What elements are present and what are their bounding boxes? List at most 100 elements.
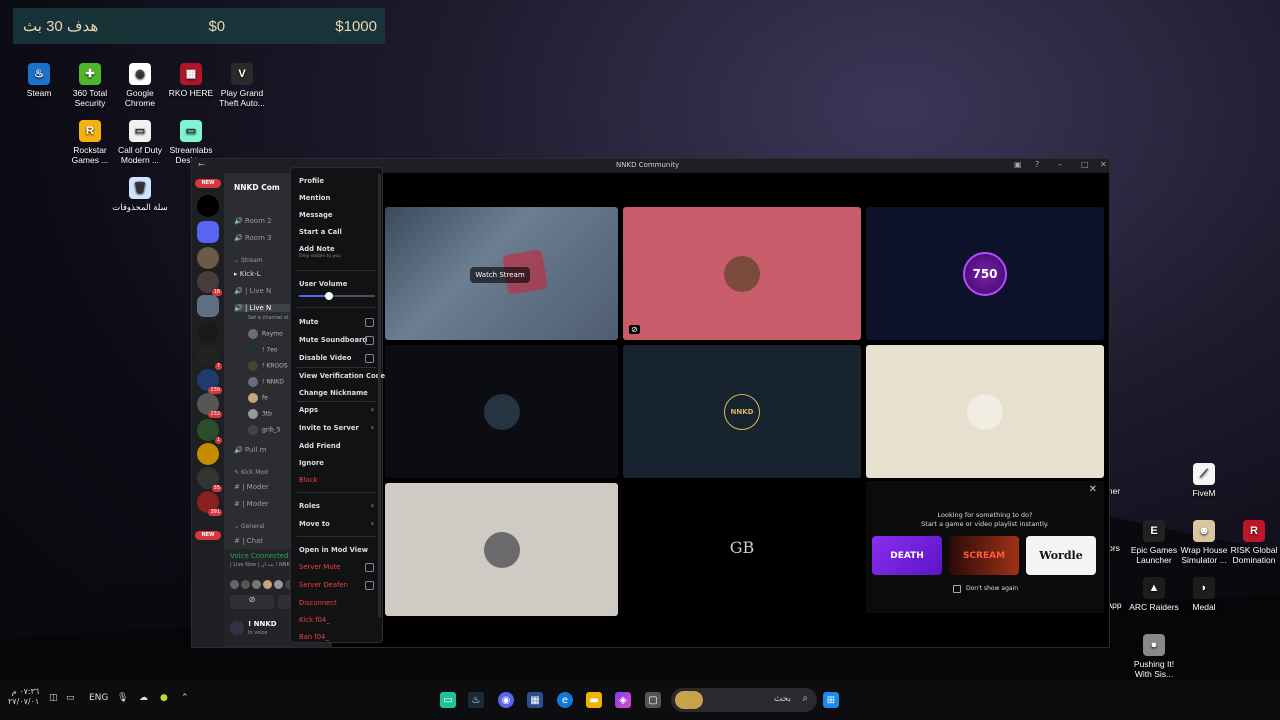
network-icon[interactable]: ▭	[66, 693, 75, 703]
menu-disconnect[interactable]: Disconnect	[299, 599, 374, 607]
mute-checkbox[interactable]	[365, 318, 374, 327]
edge-icon[interactable]: e	[557, 692, 573, 708]
menu-kick[interactable]: Kick f04_	[299, 616, 374, 624]
security-icon[interactable]: ●	[160, 693, 168, 703]
start-icon[interactable]: ⊞	[823, 692, 839, 708]
menu-start-call[interactable]: Start a Call	[299, 228, 374, 236]
menu-ignore[interactable]: Ignore	[299, 459, 374, 467]
voice-user[interactable]: ! KROOS	[248, 361, 288, 371]
server-icon[interactable]: 391	[197, 491, 222, 516]
discord-icon[interactable]: ◉	[498, 692, 514, 708]
clock[interactable]: ٠٧:٣٦ م ٢٧/٠٧/٠١	[8, 687, 39, 707]
desktop-icon[interactable]: ● Pushing It! With Sis...	[1125, 634, 1183, 679]
mute-soundboard-checkbox[interactable]	[365, 336, 374, 345]
desktop-icon[interactable]: V Play Grand Theft Auto...	[213, 63, 271, 108]
menu-open-mod-view[interactable]: Open in Mod View	[299, 546, 374, 554]
desktop-icon[interactable]: ◗ Medal	[1175, 577, 1233, 612]
stream-tile[interactable]: Watch Stream	[385, 207, 618, 340]
menu-message[interactable]: Message	[299, 211, 374, 219]
streamlabs-icon[interactable]: ▭	[440, 692, 456, 708]
menu-invite[interactable]: Invite to Server ›	[299, 423, 374, 432]
server-deafen-checkbox[interactable]	[365, 581, 374, 590]
back-arrow-icon[interactable]: ←	[198, 160, 205, 169]
video-tile[interactable]: 750	[866, 207, 1104, 340]
task-view-icon[interactable]: ▢	[645, 692, 661, 708]
search-box[interactable]: بحث ⌕	[671, 688, 817, 712]
video-tile[interactable]	[385, 345, 618, 478]
voice-user[interactable]: grib_5	[248, 425, 281, 435]
close-icon[interactable]: ✕	[1100, 160, 1107, 169]
menu-roles[interactable]: Roles ›	[299, 501, 374, 510]
server-icon[interactable]	[197, 321, 219, 343]
menu-server-mute[interactable]: Server Mute	[299, 563, 374, 572]
store-icon[interactable]: ▦	[527, 692, 543, 708]
game-tile-death[interactable]: DEATH	[872, 536, 942, 575]
chevron-up-icon[interactable]: ⌃	[181, 693, 189, 703]
menu-change-nickname[interactable]: Change Nickname	[299, 389, 374, 397]
server-icon[interactable]: 55	[197, 467, 222, 492]
desktop-icon[interactable]: 🗑 سلة المحذوفات	[111, 177, 169, 212]
avatar[interactable]	[230, 621, 244, 635]
menu-add-friend[interactable]: Add Friend	[299, 442, 374, 450]
dont-show-checkbox[interactable]	[953, 585, 961, 593]
inbox-icon[interactable]: ▣	[1014, 160, 1022, 169]
menu-add-note[interactable]: Add Note Only visible to you	[299, 245, 374, 259]
language-indicator[interactable]: ENG	[89, 693, 108, 703]
menu-profile[interactable]: Profile	[299, 177, 374, 185]
file-explorer-icon[interactable]: ▬	[586, 692, 602, 708]
server-icon[interactable]	[197, 443, 219, 465]
server-icon[interactable]	[197, 221, 219, 243]
voice-user[interactable]: fe	[248, 393, 268, 403]
menu-scrollbar[interactable]	[378, 174, 381, 618]
onedrive-icon[interactable]: ☁	[139, 693, 148, 703]
server-icon[interactable]	[197, 247, 219, 269]
voice-user[interactable]: 3tb	[248, 409, 272, 419]
menu-apps[interactable]: Apps ›	[299, 405, 374, 414]
close-icon[interactable]: ✕	[1089, 484, 1097, 495]
desktop-icon[interactable]: ◉ Google Chrome	[111, 63, 169, 108]
menu-server-deafen[interactable]: Server Deafen	[299, 581, 374, 590]
voice-user[interactable]: ! NNKD	[248, 377, 284, 387]
server-mute-checkbox[interactable]	[365, 563, 374, 572]
video-tile[interactable]: NNKD	[623, 345, 861, 478]
steam-icon[interactable]: ♨	[468, 692, 484, 708]
game-tile-scream[interactable]: SCREAM	[949, 536, 1019, 575]
maximize-icon[interactable]: □	[1081, 160, 1089, 169]
volume-knob[interactable]	[325, 292, 334, 300]
disable-video-checkbox[interactable]	[365, 354, 374, 363]
video-tile[interactable]	[866, 345, 1104, 478]
desktop-icon[interactable]: R RISK Global Domination	[1225, 520, 1280, 565]
menu-disable-video[interactable]: Disable Video	[299, 354, 374, 363]
server-icon[interactable]: 230	[197, 369, 222, 394]
voice-user[interactable]: Raymo	[248, 329, 283, 339]
volume-slider[interactable]	[299, 292, 375, 300]
menu-move-to[interactable]: Move to ›	[299, 519, 374, 528]
menu-mute[interactable]: Mute	[299, 318, 374, 327]
menu-view-verification[interactable]: View Verification Code	[299, 372, 385, 380]
desktop-icon[interactable]: ♨ Steam	[10, 63, 68, 98]
server-icon[interactable]: 232	[197, 393, 222, 418]
desktop-icon[interactable]: ▦ RKO HERE	[162, 63, 220, 98]
video-tile[interactable]: GB	[623, 483, 861, 616]
camera-button[interactable]: ⊘	[230, 595, 274, 609]
server-icon[interactable]: 1	[197, 419, 222, 444]
menu-block[interactable]: Block	[299, 476, 374, 484]
copilot-icon[interactable]: ◈	[615, 692, 631, 708]
video-tile[interactable]: ⊘	[623, 207, 861, 340]
menu-ban[interactable]: Ban f04_	[299, 633, 374, 641]
help-icon[interactable]: ?	[1035, 160, 1039, 169]
microphone-icon[interactable]: 🎙	[117, 693, 128, 703]
voice-user[interactable]: ! 7eo	[248, 345, 278, 355]
desktop-icon[interactable]: ▭ Call of Duty Modern ...	[111, 120, 169, 165]
notification-icon[interactable]: ◫	[49, 693, 58, 703]
menu-mute-soundboard[interactable]: Mute Soundboard	[299, 336, 374, 345]
server-icon[interactable]	[197, 195, 219, 217]
watch-stream-button[interactable]: Watch Stream	[470, 267, 530, 283]
desktop-icon[interactable]: ⟋ FiveM	[1175, 463, 1233, 498]
video-tile[interactable]	[385, 483, 618, 616]
server-icon[interactable]: 7	[197, 345, 222, 370]
server-icon-active[interactable]	[197, 295, 219, 317]
game-tile-wordle[interactable]: Wordle	[1026, 536, 1096, 575]
menu-mention[interactable]: Mention	[299, 194, 374, 202]
minimize-icon[interactable]: –	[1058, 160, 1062, 169]
